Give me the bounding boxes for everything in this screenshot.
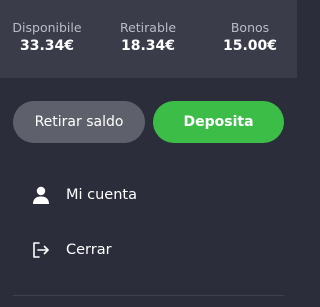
- withdraw-balance-button[interactable]: Retirar saldo: [13, 101, 145, 143]
- withdrawable-balance: Retirable 18.34€: [109, 20, 187, 55]
- bonus-balance-label: Bonos: [230, 20, 270, 35]
- withdrawable-balance-value: 18.34€: [120, 38, 176, 54]
- available-balance: Disponibile 33.34€: [8, 20, 86, 55]
- logout-icon: [30, 239, 52, 261]
- bonus-balance: Bonos 15.00€: [211, 20, 289, 55]
- withdrawable-balance-label: Retirable: [119, 20, 177, 35]
- available-balance-value: 33.34€: [19, 38, 75, 54]
- balance-bar: Disponibile 33.34€ Retirable 18.34€ Bono…: [0, 0, 297, 78]
- deposit-button[interactable]: Deposita: [153, 101, 284, 143]
- menu-item-my-account[interactable]: Mi cuenta: [30, 180, 137, 210]
- bonus-balance-value: 15.00€: [222, 38, 278, 54]
- divider: [13, 295, 284, 296]
- menu-item-my-account-label: Mi cuenta: [66, 187, 137, 203]
- menu-item-logout[interactable]: Cerrar: [30, 235, 112, 265]
- menu-item-logout-label: Cerrar: [66, 242, 112, 258]
- user-icon: [30, 184, 52, 206]
- available-balance-label: Disponibile: [12, 20, 82, 35]
